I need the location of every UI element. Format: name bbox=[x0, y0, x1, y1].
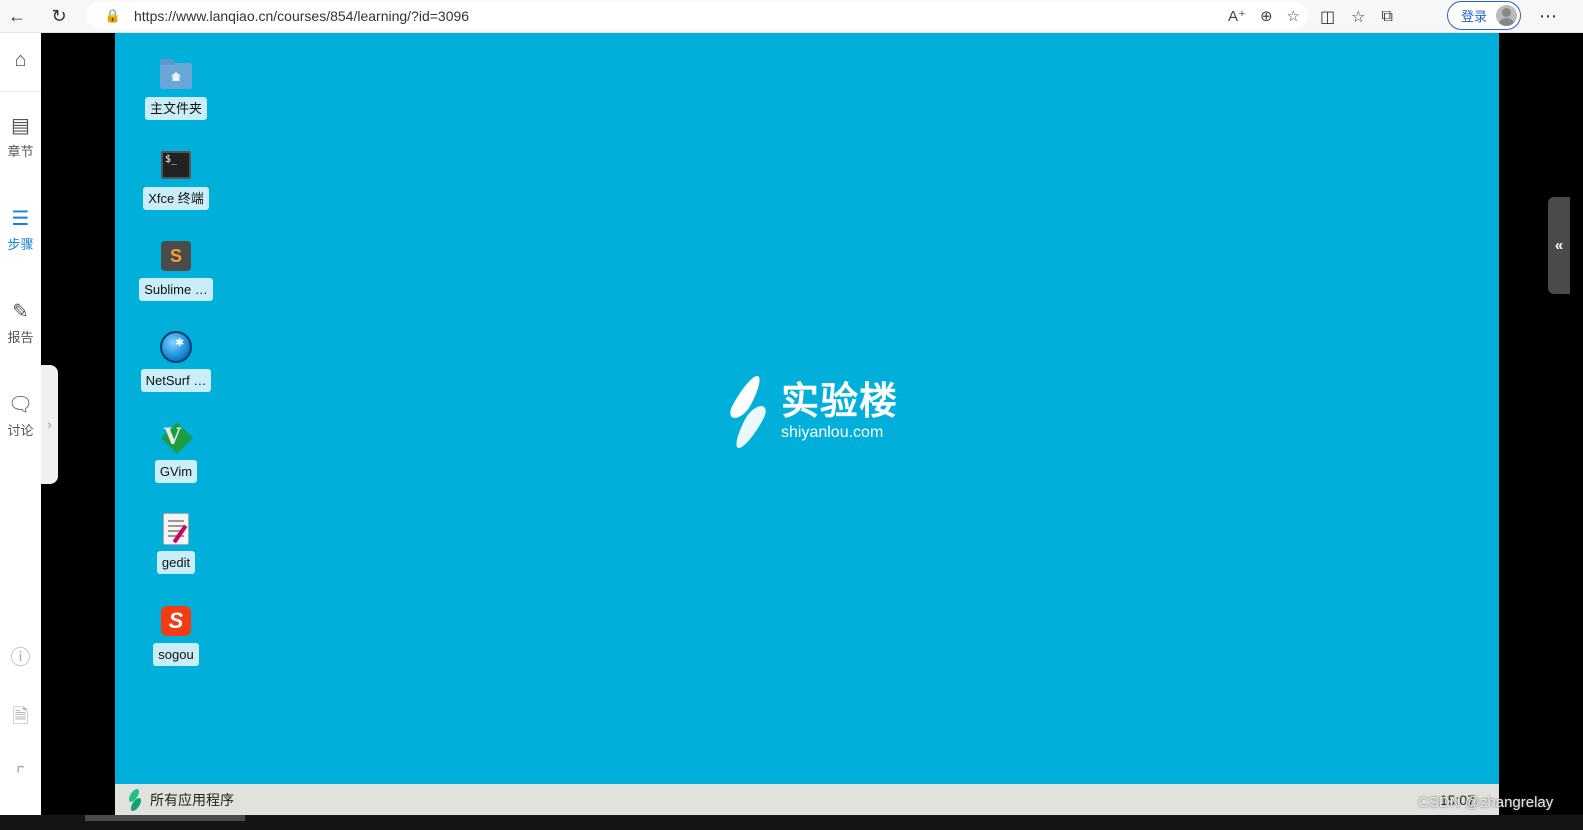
steps-icon: ☰ bbox=[11, 208, 30, 230]
logo-domain: shiyanlou.com bbox=[781, 424, 884, 441]
split-screen-icon[interactable]: ◫ bbox=[1320, 7, 1335, 27]
address-bar-icons: A⁺ ⊕ ☆ bbox=[1228, 2, 1300, 29]
netsurf-icon bbox=[158, 329, 194, 365]
sidebar-divider bbox=[0, 91, 41, 92]
add-favorite-icon[interactable]: ☆ bbox=[1287, 7, 1300, 25]
desktop-icon-label: gedit bbox=[156, 551, 196, 574]
home-icon: ⌂ bbox=[14, 49, 27, 71]
document-close-icon: 🗎 bbox=[12, 706, 29, 728]
back-arrow-icon[interactable]: ← bbox=[0, 2, 34, 30]
desktop-icon-label: GVim bbox=[154, 460, 198, 483]
shiyanlou-logo: 实验楼 shiyanlou.com bbox=[725, 376, 898, 448]
screen: ← ↻ 🔒 https://www.lanqiao.cn/courses/854… bbox=[0, 0, 1583, 830]
address-bar[interactable]: 🔒 https://www.lanqiao.cn/courses/854/lea… bbox=[86, 2, 1308, 29]
sidebar-item-stairs[interactable]: ⌜ bbox=[0, 764, 41, 786]
sidebar-item-report[interactable]: ✎ 报告 bbox=[0, 301, 41, 346]
toolbar-right-icons: ◫ ☆ ⧉ bbox=[1320, 0, 1393, 33]
logo-chinese-name: 实验楼 bbox=[781, 381, 899, 423]
login-button[interactable]: 登录 bbox=[1447, 1, 1521, 30]
sidebar-item-label: 讨论 bbox=[7, 423, 34, 438]
course-sidebar: ⌂ ▤ 章节 ☰ 步骤 ✎ 报告 🗨 讨论 ⓘ 🗎 ⌜ bbox=[0, 33, 41, 815]
sidebar-item-discussion[interactable]: 🗨 讨论 bbox=[0, 394, 41, 439]
desktop-icon-label: Sublime … bbox=[139, 278, 213, 301]
sidebar-item-home[interactable]: ⌂ bbox=[0, 49, 41, 71]
zoom-icon[interactable]: ⊕ bbox=[1260, 7, 1273, 25]
desktop-icon-netsurf[interactable]: NetSurf … bbox=[131, 329, 221, 392]
login-button-label: 登录 bbox=[1461, 9, 1488, 24]
chapters-icon: ▤ bbox=[11, 115, 30, 137]
gedit-icon bbox=[158, 511, 194, 547]
home-folder-icon bbox=[158, 57, 194, 93]
logo-text: 实验楼 shiyanlou.com bbox=[781, 382, 898, 442]
report-icon: ✎ bbox=[12, 301, 29, 323]
all-applications-menu[interactable]: 所有应用程序 bbox=[150, 790, 234, 810]
desktop-taskbar: 所有应用程序 15:07 bbox=[115, 784, 1499, 815]
double-chevron-left-icon: « bbox=[1554, 237, 1564, 254]
horizontal-scrollbar[interactable] bbox=[0, 815, 1583, 830]
sublime-icon: S bbox=[158, 238, 194, 274]
watermark: CSDN @zhangrelay bbox=[1418, 794, 1554, 811]
more-menu-icon[interactable]: ⋯ bbox=[1533, 0, 1563, 33]
sogou-icon: S bbox=[158, 603, 194, 639]
desktop-icon-label: Xfce 终端 bbox=[143, 187, 209, 210]
sidebar-item-close-doc[interactable]: 🗎 bbox=[0, 706, 41, 728]
desktop-icon-gedit[interactable]: gedit bbox=[131, 511, 221, 574]
sidebar-item-label: 报告 bbox=[7, 330, 34, 345]
scrollbar-thumb[interactable] bbox=[85, 815, 245, 821]
avatar bbox=[1496, 5, 1517, 26]
right-panel-toggle[interactable]: « bbox=[1548, 197, 1570, 294]
lock-icon[interactable]: 🔒 bbox=[100, 8, 126, 24]
sidebar-item-steps[interactable]: ☰ 步骤 bbox=[0, 208, 41, 253]
sidebar-item-label: 步骤 bbox=[7, 237, 34, 252]
chevron-right-icon: › bbox=[47, 417, 52, 432]
gvim-icon: V bbox=[158, 420, 194, 456]
desktop-icon-terminal[interactable]: $_ Xfce 终端 bbox=[131, 147, 221, 210]
shiyanlou-logo-mark-icon bbox=[725, 376, 771, 448]
url-text[interactable]: https://www.lanqiao.cn/courses/854/learn… bbox=[134, 8, 469, 24]
terminal-icon: $_ bbox=[158, 147, 194, 183]
refresh-icon[interactable]: ↻ bbox=[42, 2, 76, 30]
app-menu-logo-icon[interactable] bbox=[124, 788, 144, 811]
help-icon: ⓘ bbox=[10, 647, 31, 669]
stairs-icon: ⌜ bbox=[15, 764, 26, 786]
desktop-icon-label: sogou bbox=[153, 643, 199, 666]
desktop-icon-home-folder[interactable]: 主文件夹 bbox=[131, 57, 221, 120]
favorites-icon[interactable]: ☆ bbox=[1351, 7, 1365, 27]
browser-toolbar: ← ↻ 🔒 https://www.lanqiao.cn/courses/854… bbox=[0, 0, 1583, 33]
desktop-icon-gvim[interactable]: V GVim bbox=[131, 420, 221, 483]
desktop-icon-sogou[interactable]: S sogou bbox=[131, 603, 221, 666]
remote-desktop: 主文件夹 $_ Xfce 终端 S Sublime … NetSurf … V bbox=[115, 33, 1499, 784]
desktop-icon-label: 主文件夹 bbox=[144, 97, 207, 120]
desktop-icon-sublime[interactable]: S Sublime … bbox=[131, 238, 221, 301]
collections-icon[interactable]: ⧉ bbox=[1381, 8, 1392, 26]
sidebar-item-chapters[interactable]: ▤ 章节 bbox=[0, 115, 41, 160]
sidebar-collapse-tab[interactable]: › bbox=[41, 365, 58, 484]
sidebar-item-label: 章节 bbox=[7, 144, 34, 159]
sidebar-item-help[interactable]: ⓘ bbox=[0, 647, 41, 669]
discussion-icon: 🗨 bbox=[7, 394, 34, 416]
desktop-icon-label: NetSurf … bbox=[140, 369, 212, 392]
read-aloud-icon[interactable]: A⁺ bbox=[1228, 7, 1246, 25]
